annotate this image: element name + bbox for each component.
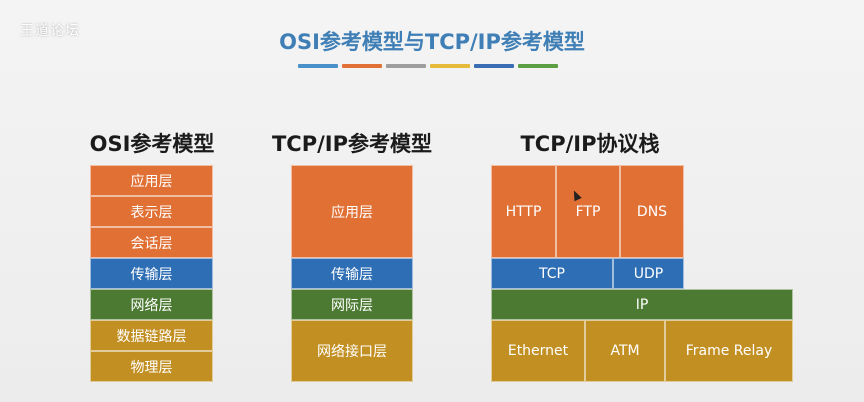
osi-model-title: OSI参考模型 <box>89 132 215 156</box>
protocol-ip: IP <box>491 289 793 320</box>
protocol-ftp: FTP <box>556 165 620 258</box>
osi-application-layer: 应用层 <box>90 165 213 196</box>
tcpip-internet-layer: 网际层 <box>291 289 413 320</box>
protocol-http: HTTP <box>491 165 556 258</box>
tcpip-network-interface-layer: 网络接口层 <box>291 320 413 382</box>
protocol-atm: ATM <box>585 320 665 382</box>
color-bar-5 <box>474 64 514 68</box>
protocol-udp: UDP <box>613 258 684 289</box>
osi-session-layer: 会话层 <box>90 227 213 258</box>
color-bar-6 <box>518 64 558 68</box>
color-bar-strip <box>298 64 558 68</box>
tcpip-transport-layer: 传输层 <box>291 258 413 289</box>
osi-physical-layer: 物理层 <box>90 351 213 382</box>
protocol-stack-title: TCP/IP协议栈 <box>520 132 660 156</box>
osi-data-link-layer: 数据链路层 <box>90 320 213 351</box>
protocol-dns: DNS <box>620 165 684 258</box>
color-bar-3 <box>386 64 426 68</box>
color-bar-2 <box>342 64 382 68</box>
protocol-frame-relay: Frame Relay <box>665 320 793 382</box>
color-bar-4 <box>430 64 470 68</box>
osi-network-layer: 网络层 <box>90 289 213 320</box>
osi-presentation-layer: 表示层 <box>90 196 213 227</box>
protocol-ethernet: Ethernet <box>491 320 585 382</box>
tcpip-application-layer: 应用层 <box>291 165 413 258</box>
tcpip-model-title: TCP/IP参考模型 <box>271 132 432 156</box>
color-bar-1 <box>298 64 338 68</box>
protocol-tcp: TCP <box>491 258 613 289</box>
osi-transport-layer: 传输层 <box>90 258 213 289</box>
page-title: OSI参考模型与TCP/IP参考模型 <box>279 30 585 54</box>
